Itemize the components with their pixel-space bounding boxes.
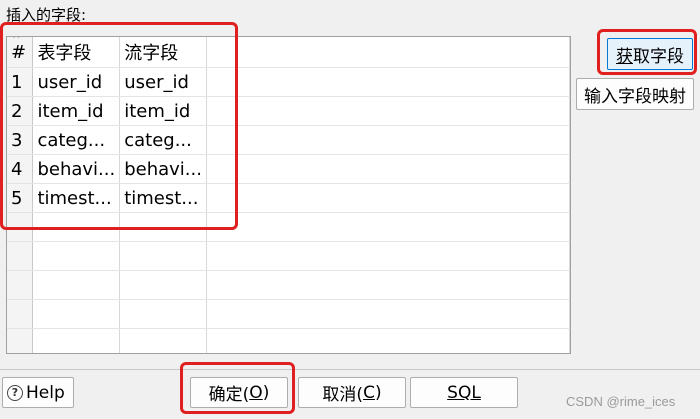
watermark-text: CSDN @rime_ices (566, 394, 676, 409)
empty-cell (32, 270, 121, 300)
empty-cell (206, 154, 570, 184)
empty-rownum (7, 328, 34, 353)
stream-field-cell[interactable]: behavi... (119, 154, 207, 184)
empty-cell (206, 67, 570, 97)
cancel-accel: C (363, 382, 375, 403)
empty-row (7, 212, 570, 242)
help-button[interactable]: ? Help (2, 377, 74, 408)
table-field-cell[interactable]: user_id (32, 67, 121, 97)
empty-cell (206, 96, 570, 126)
empty-row (7, 270, 570, 300)
stream-field-cell[interactable]: item_id (119, 96, 207, 126)
row-number: 3 (7, 125, 34, 155)
sql-label: SQL (447, 382, 481, 403)
field-mapping-grid[interactable]: ^ # 表字段 流字段 1 user_id user_id 2 item_id … (6, 36, 571, 354)
empty-cell (119, 212, 207, 242)
table-field-header[interactable]: 表字段 (32, 37, 121, 68)
row-number: 1 (7, 67, 34, 97)
sql-button[interactable]: SQL (410, 377, 518, 408)
table-field-cell[interactable]: categ... (32, 125, 121, 155)
ok-label-end: ) (262, 382, 270, 403)
empty-rownum (7, 241, 34, 271)
ok-label: 确定( (208, 385, 250, 405)
empty-cell (206, 270, 570, 300)
empty-cell (206, 299, 570, 329)
rownum-header[interactable]: ^ # (7, 37, 34, 68)
help-label: Help (26, 382, 65, 403)
table-field-cell[interactable]: timest... (32, 183, 121, 213)
empty-cell (206, 125, 570, 155)
table-row[interactable]: 3 categ... categ... (7, 125, 570, 155)
cancel-button[interactable]: 取消(C) (298, 377, 406, 408)
empty-rownum (7, 299, 34, 329)
sort-caret-icon: ^ (12, 37, 21, 45)
empty-row (7, 299, 570, 329)
row-number: 2 (7, 96, 34, 126)
cancel-label-end: ) (374, 382, 382, 403)
empty-cell (119, 299, 207, 329)
field-table: ^ # 表字段 流字段 1 user_id user_id 2 item_id … (7, 37, 570, 353)
empty-cell (32, 328, 121, 353)
empty-cell (206, 241, 570, 271)
header-row: ^ # 表字段 流字段 (7, 37, 570, 68)
empty-rownum (7, 270, 34, 300)
stream-field-cell[interactable]: user_id (119, 67, 207, 97)
get-fields-accel: 获 (616, 46, 633, 67)
empty-cell (206, 183, 570, 213)
empty-cell (119, 328, 207, 353)
empty-cell (32, 299, 121, 329)
empty-rownum (7, 212, 34, 242)
ok-accel: O (249, 382, 263, 403)
empty-row (7, 328, 570, 353)
stream-field-header[interactable]: 流字段 (119, 37, 207, 68)
get-fields-label: 取字段 (633, 46, 684, 67)
get-fields-button[interactable]: 获取字段 (607, 38, 693, 70)
empty-cell (206, 212, 570, 242)
empty-cell (119, 241, 207, 271)
table-field-cell[interactable]: item_id (32, 96, 121, 126)
table-row[interactable]: 5 timest... timest... (7, 183, 570, 213)
footer-divider (0, 369, 700, 370)
stream-field-cell[interactable]: timest... (119, 183, 207, 213)
cancel-label: 取消( (322, 385, 364, 405)
section-label: 插入的字段: (6, 6, 87, 24)
empty-cell (206, 328, 570, 353)
table-row[interactable]: 2 item_id item_id (7, 96, 570, 126)
empty-cell (119, 270, 207, 300)
row-number: 4 (7, 154, 34, 184)
map-fields-button[interactable]: 输入字段映射 (576, 78, 694, 110)
table-row[interactable]: 4 behavi... behavi... (7, 154, 570, 184)
help-icon: ? (7, 384, 23, 401)
table-row[interactable]: 1 user_id user_id (7, 67, 570, 97)
empty-cell (32, 212, 121, 242)
row-number: 5 (7, 183, 34, 213)
ok-button[interactable]: 确定(O) (190, 377, 288, 408)
empty-header (206, 37, 570, 68)
table-field-cell[interactable]: behavi... (32, 154, 121, 184)
empty-row (7, 241, 570, 271)
stream-field-cell[interactable]: categ... (119, 125, 207, 155)
empty-cell (32, 241, 121, 271)
